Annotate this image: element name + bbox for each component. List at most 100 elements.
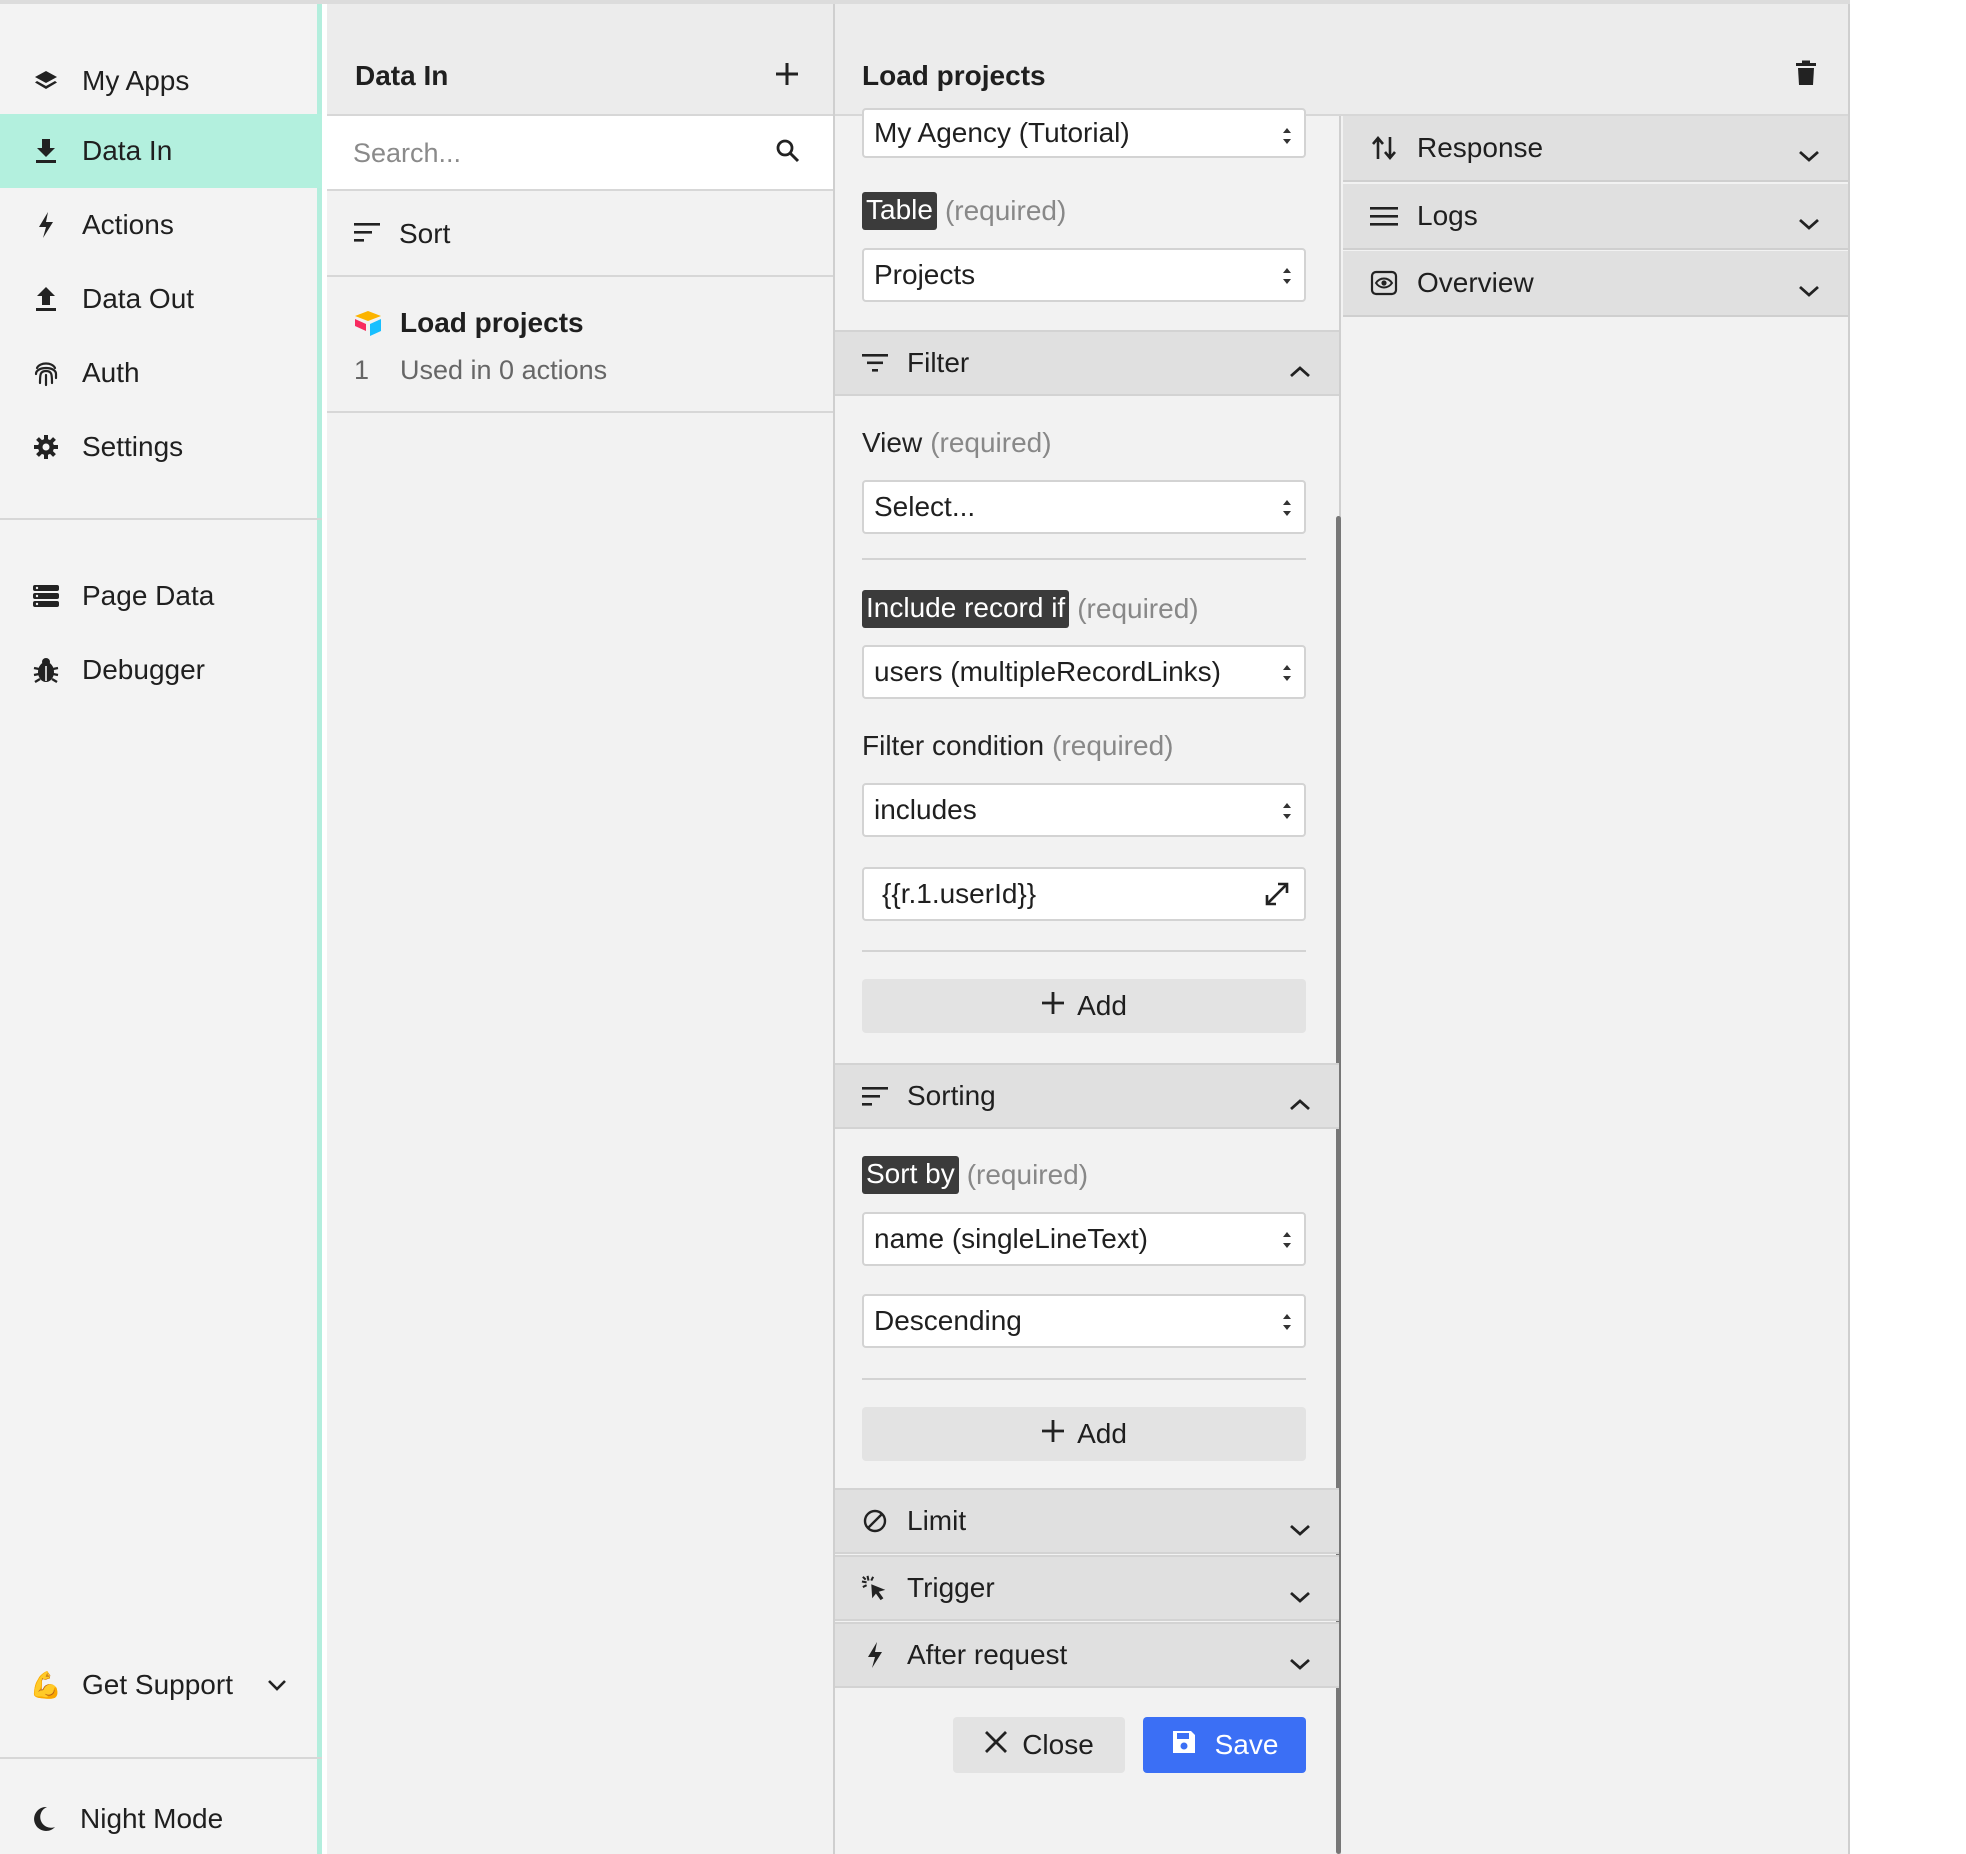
- expand-icon[interactable]: [1264, 881, 1290, 914]
- plus-icon: [1041, 1418, 1065, 1450]
- sidebar-item-my-apps[interactable]: My Apps: [0, 44, 322, 118]
- sidebar-item-data-out[interactable]: Data Out: [0, 262, 322, 336]
- sidebar-item-settings[interactable]: Settings: [0, 410, 322, 484]
- sidebar-item-label: Actions: [82, 209, 174, 240]
- overview-panel-header[interactable]: Overview: [1343, 251, 1848, 317]
- bolt-icon: [861, 1641, 889, 1669]
- sort-label: Sort: [399, 218, 451, 249]
- airtable-logo-icon: [353, 309, 383, 342]
- view-field-label: View (required): [862, 427, 1052, 458]
- add-sort-button[interactable]: Add: [862, 1407, 1306, 1461]
- add-filter-button[interactable]: Add: [862, 979, 1306, 1033]
- delete-button[interactable]: [1795, 60, 1817, 91]
- table-select[interactable]: Projects: [862, 248, 1306, 302]
- filter-section-header[interactable]: Filter: [835, 330, 1339, 396]
- moon-icon: [24, 1805, 64, 1833]
- base-select[interactable]: My Agency (Tutorial): [862, 108, 1306, 158]
- sidebar-item-label: Data In: [82, 135, 173, 166]
- sidebar-item-label: My Apps: [82, 65, 190, 96]
- search-bar: [327, 116, 833, 191]
- chevron-down-icon: [267, 1679, 287, 1691]
- sidebar-item-actions[interactable]: Actions: [0, 188, 322, 262]
- filter-icon: [861, 353, 889, 373]
- empty-area: [1850, 4, 1966, 1854]
- nav-divider: [0, 518, 322, 520]
- sidebar-item-page-data[interactable]: Page Data: [0, 559, 322, 633]
- close-button[interactable]: Close: [953, 1717, 1125, 1773]
- arrows-updown-icon: [1369, 135, 1399, 161]
- download-icon: [26, 137, 66, 165]
- sidebar-item-label: Auth: [82, 357, 140, 388]
- upload-icon: [26, 285, 66, 313]
- add-data-in-button[interactable]: [767, 54, 807, 94]
- floppy-disk-icon: [1171, 1729, 1197, 1762]
- divider: [862, 558, 1306, 560]
- sidebar-item-label: Page Data: [82, 580, 215, 611]
- editor-title: Load projects: [862, 60, 1046, 91]
- sidebar-nav: My Apps Data In Actions Data Out Auth Se…: [0, 4, 322, 1854]
- chevron-down-icon: [1798, 273, 1820, 305]
- config-form: My Agency (Tutorial) Table (required) Pro…: [835, 108, 1341, 1854]
- data-in-panel: Data In Sort Load projects 1 Used in 0 a…: [327, 4, 835, 1854]
- table-field-label: Table (required): [862, 192, 1066, 230]
- include-field-label: Include record if (required): [862, 590, 1199, 628]
- panel-title: Data In: [355, 60, 449, 91]
- select-arrows-icon: [1283, 803, 1291, 819]
- chevron-up-icon: [1289, 354, 1311, 386]
- get-support-button[interactable]: 💪 Get Support: [0, 1648, 322, 1722]
- chevron-up-icon: [1289, 1087, 1311, 1119]
- sort-direction-select[interactable]: Descending: [862, 1294, 1306, 1348]
- view-select[interactable]: Select...: [862, 480, 1306, 534]
- bug-icon: [26, 656, 66, 684]
- flexed-biceps-icon: 💪: [29, 1669, 63, 1700]
- limit-section-header[interactable]: Limit: [835, 1488, 1339, 1554]
- condition-field-label: Filter condition (required): [862, 730, 1174, 761]
- bolt-icon: [26, 211, 66, 239]
- select-arrows-icon: [1283, 128, 1291, 144]
- sort-by-select[interactable]: name (singleLineText): [862, 1212, 1306, 1266]
- filter-condition-select[interactable]: includes: [862, 783, 1306, 837]
- logs-panel-header[interactable]: Logs: [1343, 184, 1848, 250]
- sorting-section-header[interactable]: Sorting: [835, 1063, 1339, 1129]
- sidebar-item-debugger[interactable]: Debugger: [0, 633, 322, 707]
- editor-panel: Load projects My Agency (Tutorial) Table…: [835, 4, 1850, 1854]
- sort-button[interactable]: Sort: [327, 193, 833, 277]
- divider: [862, 1378, 1306, 1380]
- panel-header: Data In: [327, 4, 833, 116]
- chevron-down-icon: [1798, 206, 1820, 238]
- night-mode-label: Night Mode: [80, 1803, 224, 1834]
- chevron-down-icon: [1798, 138, 1820, 170]
- trigger-section-header[interactable]: Trigger: [835, 1555, 1339, 1621]
- save-button[interactable]: Save: [1143, 1717, 1306, 1773]
- include-record-select[interactable]: users (multipleRecordLinks): [862, 645, 1306, 699]
- item-name: Load projects: [400, 307, 584, 338]
- gear-icon: [26, 434, 66, 460]
- nav-divider: [0, 1757, 322, 1759]
- search-input[interactable]: [353, 130, 753, 176]
- eye-icon: [1369, 270, 1399, 296]
- night-mode-toggle[interactable]: Night Mode: [0, 1782, 322, 1854]
- editor-header: Load projects: [835, 4, 1848, 116]
- sort-icon: [353, 218, 381, 250]
- sidebar-item-auth[interactable]: Auth: [0, 336, 322, 410]
- sidebar-item-data-in[interactable]: Data In: [0, 114, 322, 188]
- item-index: 1: [354, 355, 370, 385]
- ban-icon: [861, 1508, 889, 1534]
- after-request-section-header[interactable]: After request: [835, 1622, 1339, 1688]
- close-icon: [984, 1729, 1008, 1761]
- get-support-label: Get Support: [82, 1669, 233, 1700]
- select-arrows-icon: [1283, 500, 1291, 516]
- response-panel-header[interactable]: Response: [1343, 116, 1848, 182]
- select-arrows-icon: [1283, 665, 1291, 681]
- divider: [862, 950, 1306, 952]
- chevron-down-icon: [1289, 1512, 1311, 1544]
- filter-value-input[interactable]: {{r.1.userId}}: [862, 867, 1306, 921]
- sidebar-item-label: Settings: [82, 431, 184, 462]
- trash-icon: [1796, 60, 1816, 85]
- layers-icon: [26, 68, 66, 94]
- select-arrows-icon: [1283, 1314, 1291, 1330]
- sidebar-item-label: Data Out: [82, 283, 195, 314]
- list-item[interactable]: Load projects 1 Used in 0 actions: [327, 279, 833, 413]
- search-icon[interactable]: [775, 138, 801, 169]
- lines-icon: [1369, 205, 1399, 227]
